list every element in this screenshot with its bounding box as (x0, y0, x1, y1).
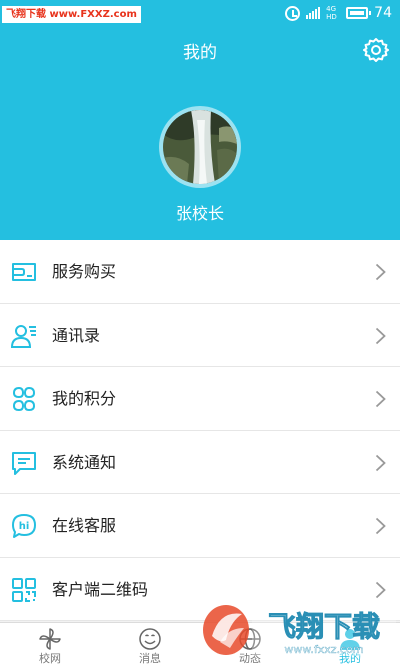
menu-item-label: 客户端二维码 (52, 579, 149, 599)
notification-icon (12, 451, 36, 475)
tab-messages[interactable]: 消息 (100, 623, 200, 667)
tab-campus[interactable]: 校网 (0, 623, 100, 667)
qr-code-icon (12, 577, 36, 602)
chevron-right-icon (375, 454, 386, 471)
contacts-icon (10, 324, 36, 348)
menu-item-label: 通讯录 (52, 325, 101, 345)
menu-item-points[interactable]: 我的积分 (0, 367, 400, 431)
alarm-icon (285, 5, 301, 21)
service-purchase-icon (12, 263, 36, 281)
status-bar: 飞翔下载 www.FXXZ.com 4G HD 74 (0, 0, 400, 28)
battery-level: 74 (374, 5, 392, 21)
chevron-right-icon (375, 327, 386, 344)
page-title: 我的 (183, 43, 217, 63)
customer-service-icon: hi (12, 514, 36, 538)
pinwheel-icon (39, 628, 61, 650)
avatar-image (163, 110, 237, 184)
menu-item-label: 服务购买 (52, 262, 117, 281)
tab-label: 校网 (39, 652, 61, 665)
watermark-label: 飞翔下载 www.FXXZ.com (2, 6, 141, 23)
battery-icon (346, 7, 372, 19)
watermark-logo-url: www.fxxz.com (284, 643, 363, 656)
chevron-right-icon (375, 517, 386, 535)
signal-icon (306, 7, 321, 19)
status-icons: 4G HD 74 (285, 3, 392, 23)
tab-label: 消息 (139, 652, 161, 665)
user-name: 张校长 (175, 204, 224, 223)
menu-item-label: 系统通知 (52, 452, 117, 472)
watermark-logo: 飞翔下载 www.fxxz.com (200, 596, 400, 667)
menu-item-label: 我的积分 (52, 389, 117, 408)
gear-icon (363, 38, 389, 62)
menu-list: 服务购买 通讯录 我的积分 系统通知 hi 在线客服 客户端二维码 (0, 240, 400, 621)
points-icon (12, 386, 36, 412)
menu-item-notifications[interactable]: 系统通知 (0, 431, 400, 494)
menu-item-online-service[interactable]: hi 在线客服 (0, 494, 400, 558)
svg-text:hi: hi (19, 521, 30, 532)
profile-header: 飞翔下载 www.FXXZ.com 4G HD 74 我的 张校长 (0, 0, 400, 240)
avatar[interactable] (159, 106, 241, 188)
menu-item-service-purchase[interactable]: 服务购买 (0, 240, 400, 304)
menu-item-contacts[interactable]: 通讯录 (0, 304, 400, 367)
menu-item-label: 在线客服 (52, 516, 117, 535)
network-type-icon: 4G HD (326, 5, 337, 21)
settings-button[interactable] (360, 34, 392, 66)
chevron-right-icon (375, 263, 386, 281)
smiley-icon (139, 628, 161, 650)
watermark-logo-text: 飞翔下载 (268, 610, 380, 643)
chevron-right-icon (375, 390, 386, 408)
